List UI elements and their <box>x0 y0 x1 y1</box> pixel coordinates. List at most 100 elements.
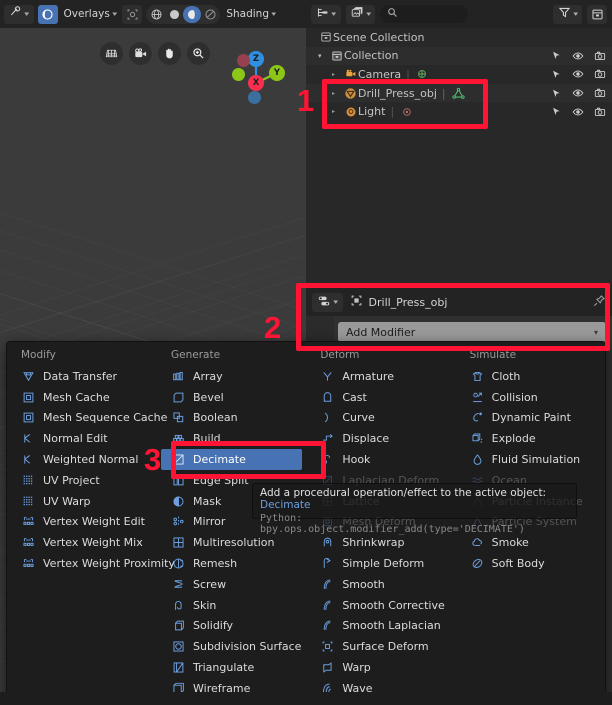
menu-item-curve[interactable]: Curve <box>306 408 455 429</box>
gizmo-axis-z[interactable]: Z <box>248 51 264 67</box>
gizmo-axis-x[interactable]: X <box>248 75 264 91</box>
menu-item-bevel[interactable]: Bevel <box>157 387 306 408</box>
annotation-number-3: 3 <box>144 442 162 477</box>
modifier-tooltip: Add a procedural operation/effect to the… <box>252 483 577 535</box>
menu-item-displace[interactable]: Displace <box>306 428 455 449</box>
data-transfer-icon <box>21 369 36 384</box>
menu-item-collision[interactable]: Collision <box>456 387 605 408</box>
menu-item-soft-body[interactable]: Soft Body <box>456 553 605 574</box>
shading-dropdown[interactable]: Shading ▾ <box>224 5 277 24</box>
menu-item-array[interactable]: Array <box>157 366 306 387</box>
chevron-down-icon: ▾ <box>572 10 578 18</box>
menu-item-data-transfer[interactable]: Data Transfer <box>7 366 157 387</box>
outliner-row-controls[interactable] <box>551 84 606 103</box>
outliner-filter-button[interactable]: ▾ <box>552 4 583 24</box>
editor-type-button[interactable]: ▾ <box>4 4 34 24</box>
menu-item-hook[interactable]: Hook <box>306 449 455 470</box>
outliner-row-controls[interactable] <box>551 47 606 66</box>
menu-item-normal-edit[interactable]: Normal Edit <box>7 428 157 449</box>
menu-item-vertex-weight-proximity[interactable]: Vertex Weight Proximity <box>7 553 175 574</box>
menu-item-label: Mask <box>193 494 222 508</box>
annotation-box-3 <box>171 441 326 479</box>
menu-item-uv-warp[interactable]: UV Warp <box>7 491 157 512</box>
menu-item-uv-project[interactable]: UV Project <box>7 470 157 491</box>
outliner-row-controls[interactable] <box>551 65 606 84</box>
mirror-icon <box>171 514 186 529</box>
menu-item-smooth-corrective[interactable]: Smooth Corrective <box>306 595 455 616</box>
menu-item-fluid-simulation[interactable]: Fluid Simulation <box>456 449 605 470</box>
menu-item-explode[interactable]: Explode <box>456 428 605 449</box>
navigation-gizmo[interactable]: Z Y X <box>225 40 287 104</box>
gizmo-axis-neg-x[interactable] <box>248 91 261 104</box>
camera-icon[interactable] <box>129 42 152 65</box>
menu-item-mesh-sequence-cache[interactable]: Mesh Sequence Cache <box>7 408 167 429</box>
menu-item-weighted-normal[interactable]: Weighted Normal <box>7 449 157 470</box>
menu-item-label: UV Warp <box>43 494 91 508</box>
new-collection-icon[interactable] <box>587 4 608 24</box>
overlays-dropdown[interactable]: Overlays ▾ <box>62 5 119 24</box>
viewport-header: ▾ Overlays ▾ Shading ▾ <box>0 0 306 28</box>
menu-item-label: Curve <box>342 411 375 425</box>
menu-item-boolean[interactable]: Boolean <box>157 408 306 429</box>
menu-item-triangulate[interactable]: Triangulate <box>157 657 306 678</box>
dynamic-paint-icon <box>470 410 485 425</box>
outliner-row-scene-collection[interactable]: Scene Collection <box>306 28 612 47</box>
menu-item-vertex-weight-mix[interactable]: Vertex Weight Mix <box>7 532 157 553</box>
menu-item-cast[interactable]: Cast <box>306 387 455 408</box>
menu-item-screw[interactable]: Screw <box>157 574 306 595</box>
menu-item-smooth[interactable]: Smooth <box>306 574 455 595</box>
menu-item-smoke[interactable]: Smoke <box>456 532 605 553</box>
gizmo-z-label: Z <box>252 54 260 64</box>
menu-item-smooth-laplacian[interactable]: Smooth Laplacian <box>306 616 455 637</box>
shading-material-preview-button[interactable] <box>183 5 202 23</box>
menu-item-armature[interactable]: Armature <box>306 366 455 387</box>
hand-icon[interactable] <box>158 42 181 65</box>
gizmo-axis-neg-y[interactable] <box>237 54 250 67</box>
menu-item-label: Boolean <box>193 411 238 425</box>
boolean-icon <box>171 410 186 425</box>
outliner-editor[interactable]: ▾ ▾ ▾ Scene Collection ▾ Collection ▸ Ca… <box>306 0 612 288</box>
gizmo-axis-y[interactable]: Y <box>269 65 285 81</box>
menu-column-title: Generate <box>171 349 221 361</box>
shading-mode-group[interactable] <box>146 4 221 24</box>
menu-item-multiresolution[interactable]: Multiresolution <box>157 532 306 553</box>
gizmo-x-label: X <box>252 78 260 88</box>
menu-item-label: Smooth <box>342 577 385 591</box>
disclosure-triangle-icon[interactable]: ▸ <box>332 71 343 78</box>
menu-item-cloth[interactable]: Cloth <box>456 366 605 387</box>
disclosure-triangle-icon[interactable]: ▾ <box>318 52 329 60</box>
gizmo-axis-neg-z[interactable] <box>232 68 245 81</box>
shading-solid-button[interactable] <box>165 6 183 23</box>
shrinkwrap-icon <box>320 535 335 550</box>
outliner-filter-id-button[interactable]: ▾ <box>345 4 376 24</box>
menu-item-warp[interactable]: Warp <box>306 657 455 678</box>
menu-item-skin[interactable]: Skin <box>157 595 306 616</box>
menu-item-mesh-cache[interactable]: Mesh Cache <box>7 387 157 408</box>
eye-icon <box>572 108 584 116</box>
outliner-display-mode-button[interactable]: ▾ <box>311 4 341 24</box>
menu-item-solidify[interactable]: Solidify <box>157 616 306 637</box>
overlays-toggle[interactable] <box>37 4 58 24</box>
menu-item-remesh[interactable]: Remesh <box>157 553 306 574</box>
menu-item-simple-deform[interactable]: Simple Deform <box>306 553 455 574</box>
zoom-icon[interactable] <box>187 42 210 65</box>
menu-item-label: Vertex Weight Mix <box>43 536 143 550</box>
search-input[interactable] <box>380 5 469 23</box>
outliner-row-collection[interactable]: ▾ Collection <box>306 46 612 66</box>
menu-item-vertex-weight-edit[interactable]: Vertex Weight Edit <box>7 512 157 533</box>
grid-icon[interactable] <box>100 42 123 65</box>
menu-item-shrinkwrap[interactable]: Shrinkwrap <box>306 532 455 553</box>
menu-item-dynamic-paint[interactable]: Dynamic Paint <box>456 408 605 429</box>
eye-icon <box>572 52 584 60</box>
shading-wireframe-button[interactable] <box>147 6 165 23</box>
menu-item-surface-deform[interactable]: Surface Deform <box>306 636 455 657</box>
shading-rendered-button[interactable] <box>201 6 219 23</box>
menu-item-label: Vertex Weight Proximity <box>43 557 175 571</box>
transform-gizmo-toggle[interactable] <box>122 4 143 24</box>
menu-item-label: Soft Body <box>491 557 545 571</box>
outliner-row-controls[interactable] <box>551 102 606 121</box>
menu-item-label: Fluid Simulation <box>491 453 581 467</box>
cast-icon <box>320 390 335 405</box>
menu-item-subdivision-surface[interactable]: Subdivision Surface <box>157 636 306 657</box>
smooth-laplacian-icon <box>320 618 335 633</box>
